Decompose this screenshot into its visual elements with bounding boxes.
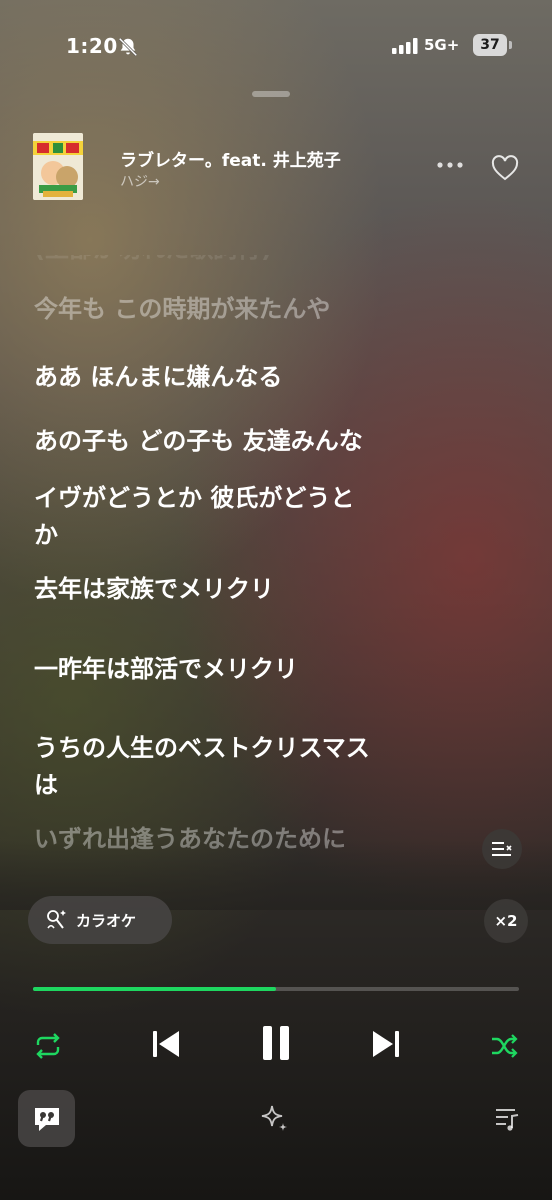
album-art[interactable] (33, 133, 83, 200)
lyric-line[interactable]: あの子も どの子も 友達みんな (34, 423, 474, 460)
signal-icon (392, 38, 418, 54)
battery-tip (509, 41, 512, 49)
karaoke-button[interactable]: カラオケ (28, 896, 172, 944)
status-time: 1:20 (66, 34, 118, 58)
lyric-line[interactable]: ああ ほんまに嫌んなる (34, 359, 474, 396)
album-art-image (33, 133, 83, 200)
lyric-line[interactable]: 今年も この時期が来たんや (34, 291, 474, 328)
track-title[interactable]: ラブレター。feat. 井上苑子 (120, 146, 341, 171)
shuffle-icon (492, 1034, 518, 1058)
queue-button[interactable] (490, 1102, 524, 1136)
lyric-line-partial: (上部が切れた歌詞行) (34, 255, 272, 268)
sheet-grabber[interactable] (252, 91, 290, 97)
mute-bell-icon (118, 37, 138, 57)
next-icon (373, 1031, 399, 1057)
lyric-line[interactable]: うちの人生のベストクリスマス は (34, 730, 474, 804)
repeat-button[interactable] (30, 1028, 66, 1064)
microphone-icon (47, 910, 66, 929)
previous-button[interactable] (148, 1026, 184, 1062)
heart-icon[interactable] (490, 153, 520, 183)
progress-fill (33, 987, 276, 991)
artist-link[interactable]: ハジ→ (120, 171, 160, 191)
repeat-icon (36, 1033, 60, 1059)
pause-button[interactable] (254, 1021, 298, 1065)
karaoke-label: カラオケ (76, 911, 137, 930)
previous-icon (153, 1031, 179, 1057)
lyrics-quote-button[interactable] (18, 1090, 75, 1147)
next-button[interactable] (368, 1026, 404, 1062)
pause-icon (263, 1026, 289, 1060)
sparkle-icon (261, 1105, 287, 1131)
lyrics-panel[interactable]: (上部が切れた歌詞行) 今年も この時期が来たんや ああ ほんまに嫌んなる あの… (34, 255, 474, 895)
lyric-line[interactable]: 一昨年は部活でメリクリ (34, 651, 474, 688)
progress-bar[interactable] (33, 987, 519, 991)
sparkle-button[interactable] (257, 1101, 293, 1137)
lyrics-mode-icon (492, 842, 512, 856)
lyrics-mode-button[interactable] (482, 829, 522, 869)
network-label: 5G+ (424, 36, 460, 54)
speed-button[interactable]: ×2 (484, 899, 528, 943)
lyric-line[interactable]: イヴがどうとか 彼氏がどうと か (34, 480, 474, 554)
more-icon[interactable] (434, 154, 466, 176)
queue-icon (496, 1109, 519, 1131)
lyric-line[interactable]: いずれ出逢うあなたのために (34, 821, 474, 858)
lyric-line[interactable]: 去年は家族でメリクリ (34, 571, 474, 608)
quote-icon (34, 1107, 59, 1131)
shuffle-button[interactable] (486, 1028, 522, 1064)
battery-indicator: 37 (473, 34, 507, 56)
